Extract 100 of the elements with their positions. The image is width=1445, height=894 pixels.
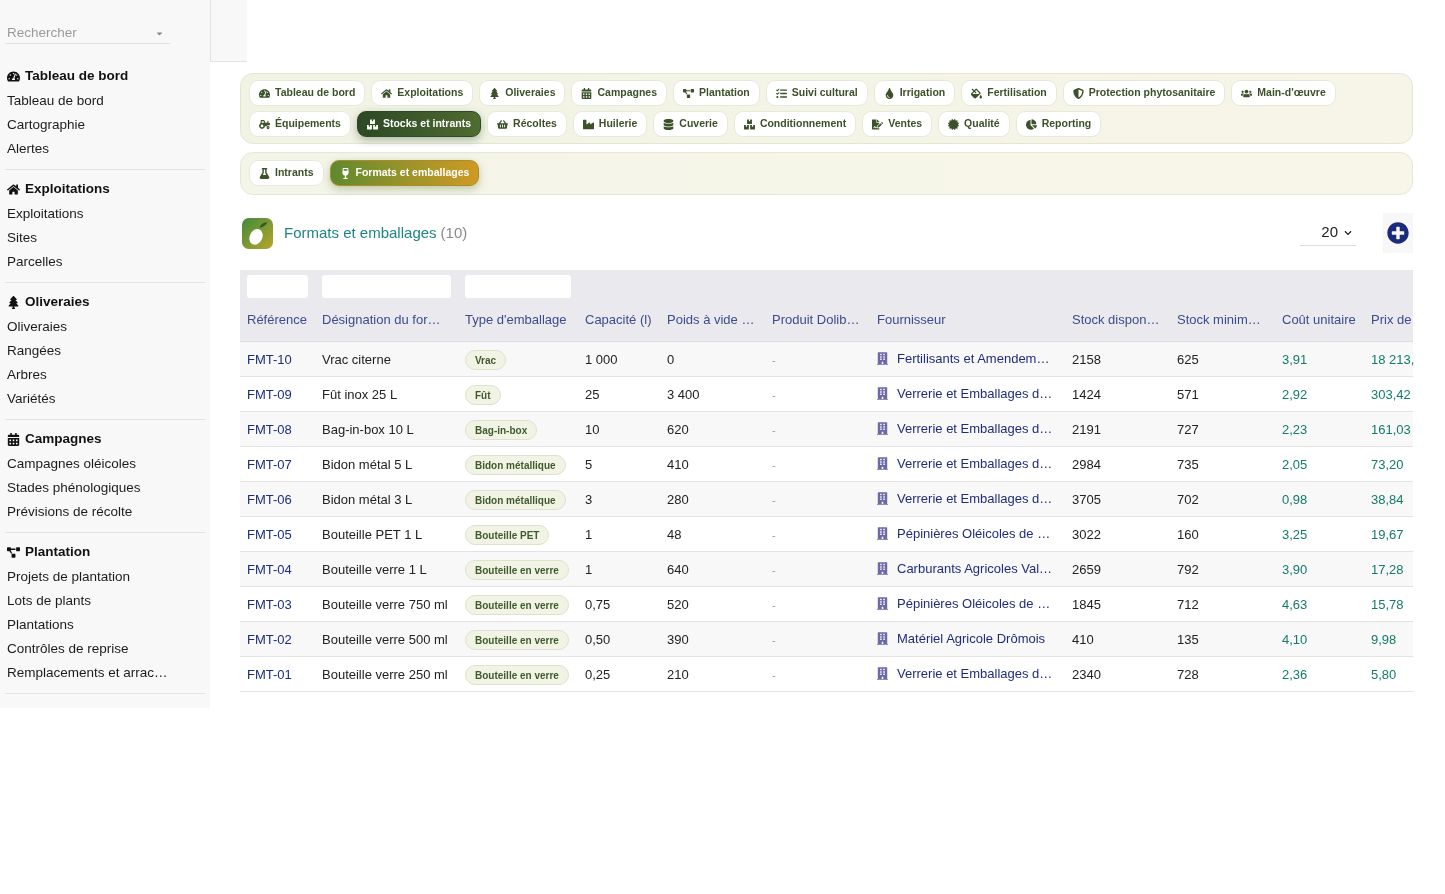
sidebar-item[interactable]: Prévisions de récolte	[7, 501, 133, 523]
sidebar-item[interactable]: Contrôles de reprise	[7, 638, 129, 660]
nav-tab[interactable]: Ventes	[862, 111, 933, 137]
amount-value: 303,42	[1371, 386, 1411, 402]
supplier-link[interactable]: Verrerie et Emballages d…	[897, 418, 1053, 439]
column-header[interactable]: Capacité (l)	[585, 312, 652, 328]
sidebar-item[interactable]: Variétés	[7, 388, 56, 410]
nav-tab[interactable]: Conditionnement	[733, 111, 857, 137]
nav-tab[interactable]: Reporting	[1015, 111, 1102, 137]
reference-link[interactable]: FMT-03	[247, 596, 292, 612]
nav-tab[interactable]: Huilerie	[572, 111, 648, 137]
type-badge: Bidon métallique	[465, 490, 566, 510]
column-header[interactable]: Produit Dolib…	[772, 312, 860, 328]
supplier-link[interactable]: Carburants Agricoles Val…	[897, 558, 1053, 579]
reference-link[interactable]: FMT-06	[247, 491, 292, 507]
column-header[interactable]: Fournisseur	[877, 312, 946, 328]
nav-tab[interactable]: Fertilisation	[961, 80, 1057, 106]
reference-link[interactable]: FMT-02	[247, 631, 292, 647]
nav-tab[interactable]: Irrigation	[873, 80, 956, 106]
supplier-link[interactable]: Verrerie et Emballages d…	[897, 453, 1053, 474]
nav-tab[interactable]: Équipements	[249, 111, 351, 137]
add-button[interactable]	[1383, 213, 1413, 253]
supplier-link[interactable]: Pépinières Oléicoles de …	[897, 523, 1051, 544]
sidebar-item[interactable]: Cartographie	[7, 114, 86, 136]
nav-tab[interactable]: Récoltes	[487, 111, 567, 137]
nav-tab[interactable]: Tableau de bord	[249, 80, 366, 106]
building-icon	[877, 422, 888, 435]
gauge-icon	[7, 69, 20, 83]
sidebar-item[interactable]: Arbres	[7, 364, 47, 386]
number-value: 702	[1177, 491, 1199, 507]
nav-tab[interactable]: Main-d'œuvre	[1231, 80, 1336, 106]
section-heading: Campagnes	[25, 429, 102, 448]
nav-tab[interactable]: Campagnes	[571, 80, 667, 106]
sidebar-item[interactable]: Sites	[7, 227, 37, 249]
number-value: 0	[667, 351, 675, 367]
nav-tab[interactable]: Cuverie	[653, 111, 728, 137]
sidebar-item[interactable]: Lots de plants	[7, 590, 92, 612]
reference-link[interactable]: FMT-01	[247, 666, 292, 682]
type-badge: Vrac	[465, 350, 507, 370]
supplier-link[interactable]: Verrerie et Emballages d…	[897, 663, 1053, 684]
sidebar-item[interactable]: Stades phénologiques	[7, 477, 141, 499]
sidebar-item[interactable]: Oliveraies	[7, 316, 68, 338]
empty-value: -	[772, 633, 776, 646]
reference-link[interactable]: FMT-05	[247, 526, 292, 542]
sidebar-item[interactable]: Rangées	[7, 340, 62, 362]
amount-value: 3,91	[1282, 351, 1308, 367]
column-header[interactable]: Stock minim…	[1177, 312, 1261, 328]
factory-icon	[582, 118, 594, 130]
sidebar-item[interactable]: Remplacements et arrac…	[7, 662, 168, 684]
reference-link[interactable]: FMT-10	[247, 351, 292, 367]
reference-link[interactable]: FMT-07	[247, 456, 292, 472]
reference-link[interactable]: FMT-09	[247, 386, 292, 402]
amount-value: 3,90	[1282, 561, 1308, 577]
column-header[interactable]: Référence	[247, 312, 307, 328]
search-field[interactable]: Rechercher	[5, 22, 170, 44]
building-icon	[877, 352, 888, 365]
sidebar-item[interactable]: Alertes	[7, 138, 50, 160]
reference-link[interactable]: FMT-04	[247, 561, 292, 577]
empty-value: -	[772, 528, 776, 541]
nav-tab[interactable]: Intrants	[249, 160, 324, 186]
caret-down-icon	[155, 29, 164, 38]
sidebar-item[interactable]: Plantations	[7, 614, 74, 636]
nav-tab[interactable]: Plantation	[673, 80, 760, 106]
checklist-icon	[775, 87, 787, 99]
seal-icon	[948, 118, 960, 130]
sidebar-item[interactable]: Parcelles	[7, 251, 63, 273]
sidebar-item[interactable]: Projets de plantation	[7, 566, 131, 588]
nav-tab[interactable]: Oliveraies	[479, 80, 566, 106]
nav-tab[interactable]: Stocks et intrants	[356, 111, 482, 137]
supplier-link[interactable]: Pépinières Oléicoles de …	[897, 593, 1051, 614]
column-header[interactable]: Poids à vide …	[667, 312, 755, 328]
sidebar-item[interactable]: Campagnes oléicoles	[7, 453, 137, 475]
page-size-select[interactable]: 20	[1300, 220, 1356, 246]
column-header[interactable]: Désignation du for…	[322, 312, 441, 328]
column-header[interactable]: Coût unitaire	[1282, 312, 1356, 328]
nav-tab[interactable]: Exploitations	[371, 80, 474, 106]
column-header[interactable]: Type d'emballage	[465, 312, 567, 328]
supplier-link[interactable]: Matériel Agricole Drômois	[897, 628, 1046, 649]
type-badge: Bouteille en verre	[465, 595, 569, 615]
nav-tab[interactable]: Protection phytosanitaire	[1062, 80, 1226, 106]
amount-value: 38,84	[1371, 491, 1404, 507]
boxes-icon	[743, 118, 755, 130]
sidebar-item[interactable]: Tableau de bord	[7, 90, 104, 112]
droplet-icon	[883, 87, 895, 99]
amount-value: 0,98	[1282, 491, 1308, 507]
nav-tab[interactable]: Suivi cultural	[765, 80, 868, 106]
nav-tab[interactable]: Qualité	[938, 111, 1010, 137]
number-value: 728	[1177, 666, 1199, 682]
supplier-link[interactable]: Fertilisants et Amendem…	[897, 348, 1050, 369]
users-icon	[1241, 87, 1253, 99]
building-icon	[877, 632, 888, 645]
building-icon	[877, 667, 888, 680]
supplier-link[interactable]: Verrerie et Emballages d…	[897, 383, 1053, 404]
column-header[interactable]: Stock dispon…	[1072, 312, 1160, 328]
supplier-link[interactable]: Verrerie et Emballages d…	[897, 488, 1053, 509]
reference-link[interactable]: FMT-08	[247, 421, 292, 437]
sidebar-item[interactable]: Exploitations	[7, 203, 84, 225]
number-value: 2340	[1072, 666, 1101, 682]
column-header[interactable]: Prix de	[1371, 312, 1412, 328]
shield-icon	[1072, 87, 1084, 99]
